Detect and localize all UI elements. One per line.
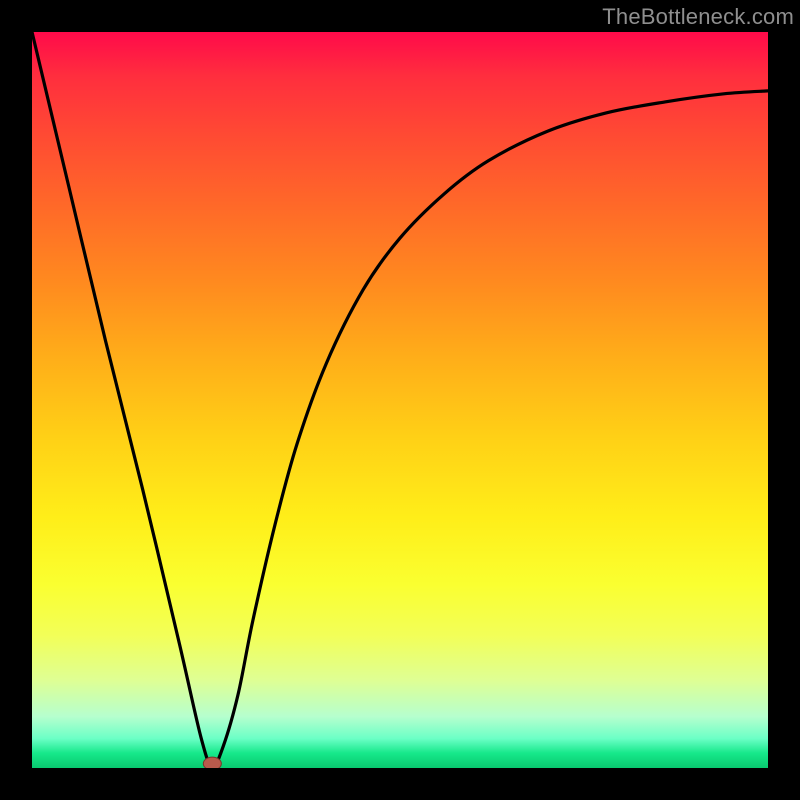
chart-frame: TheBottleneck.com xyxy=(0,0,800,800)
watermark-text: TheBottleneck.com xyxy=(602,4,794,30)
bottleneck-curve xyxy=(32,32,768,767)
minimum-marker xyxy=(203,757,221,768)
curve-svg xyxy=(32,32,768,768)
plot-area xyxy=(32,32,768,768)
